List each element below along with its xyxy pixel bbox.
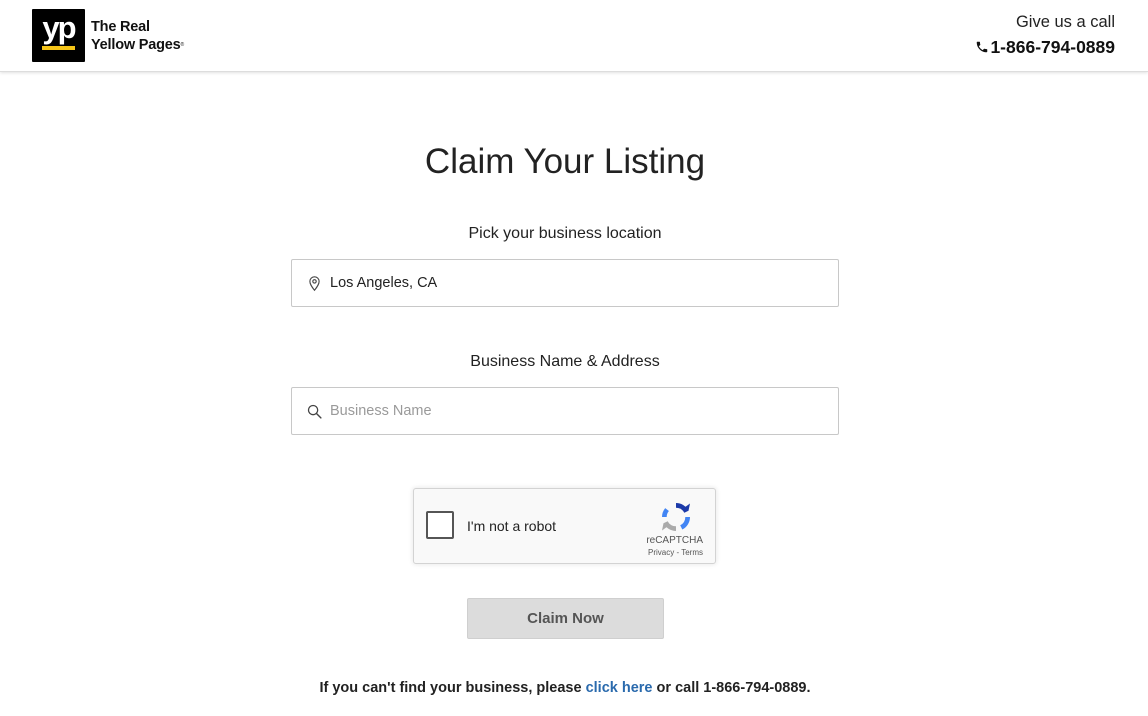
location-label: Pick your business location — [468, 225, 662, 242]
brand-line-2: Yellow Pages® — [91, 37, 184, 53]
claim-now-button[interactable]: Claim Now — [467, 598, 664, 639]
call-phone-number: 1-866-794-0889 — [990, 37, 1115, 57]
location-field[interactable] — [291, 259, 839, 307]
yp-logo[interactable]: yp — [32, 9, 85, 62]
help-note-suffix: or call 1-866-794-0889. — [652, 680, 811, 696]
map-pin-icon — [309, 276, 320, 292]
click-here-link[interactable]: click here — [586, 680, 653, 696]
recaptcha-brand: reCAPTCHA — [646, 535, 703, 546]
brand-name[interactable]: The Real Yellow Pages® — [91, 18, 184, 54]
recaptcha-links: Privacy - Terms — [648, 548, 703, 557]
business-label: Business Name & Address — [470, 353, 660, 370]
logo-accent-bar — [42, 46, 75, 50]
recaptcha-logo-icon — [662, 503, 690, 531]
call-info: Give us a call 1-866-794-0889 — [975, 12, 1115, 60]
location-input[interactable] — [330, 260, 830, 306]
call-phone-link[interactable]: 1-866-794-0889 — [975, 34, 1115, 60]
search-icon — [307, 404, 322, 419]
help-note: If you can't find your business, please … — [0, 680, 1130, 696]
call-label: Give us a call — [1015, 13, 1115, 31]
business-field[interactable] — [291, 387, 839, 435]
recaptcha-terms-link[interactable]: Terms — [681, 548, 703, 557]
logo-letters: yp — [42, 10, 76, 45]
brand-line-1: The Real — [91, 19, 150, 35]
recaptcha-privacy-link[interactable]: Privacy — [648, 548, 674, 557]
page-title: Claim Your Listing — [424, 142, 706, 181]
business-name-input[interactable] — [330, 388, 830, 434]
recaptcha-checkbox[interactable] — [426, 511, 454, 539]
recaptcha-label: I'm not a robot — [467, 518, 557, 534]
site-header: yp The Real Yellow Pages® Give us a call… — [0, 0, 1148, 72]
phone-icon — [977, 41, 988, 53]
help-note-prefix: If you can't find your business, please — [319, 680, 586, 696]
recaptcha-widget: I'm not a robot reCAPTCHA Privacy - Term… — [413, 488, 716, 564]
